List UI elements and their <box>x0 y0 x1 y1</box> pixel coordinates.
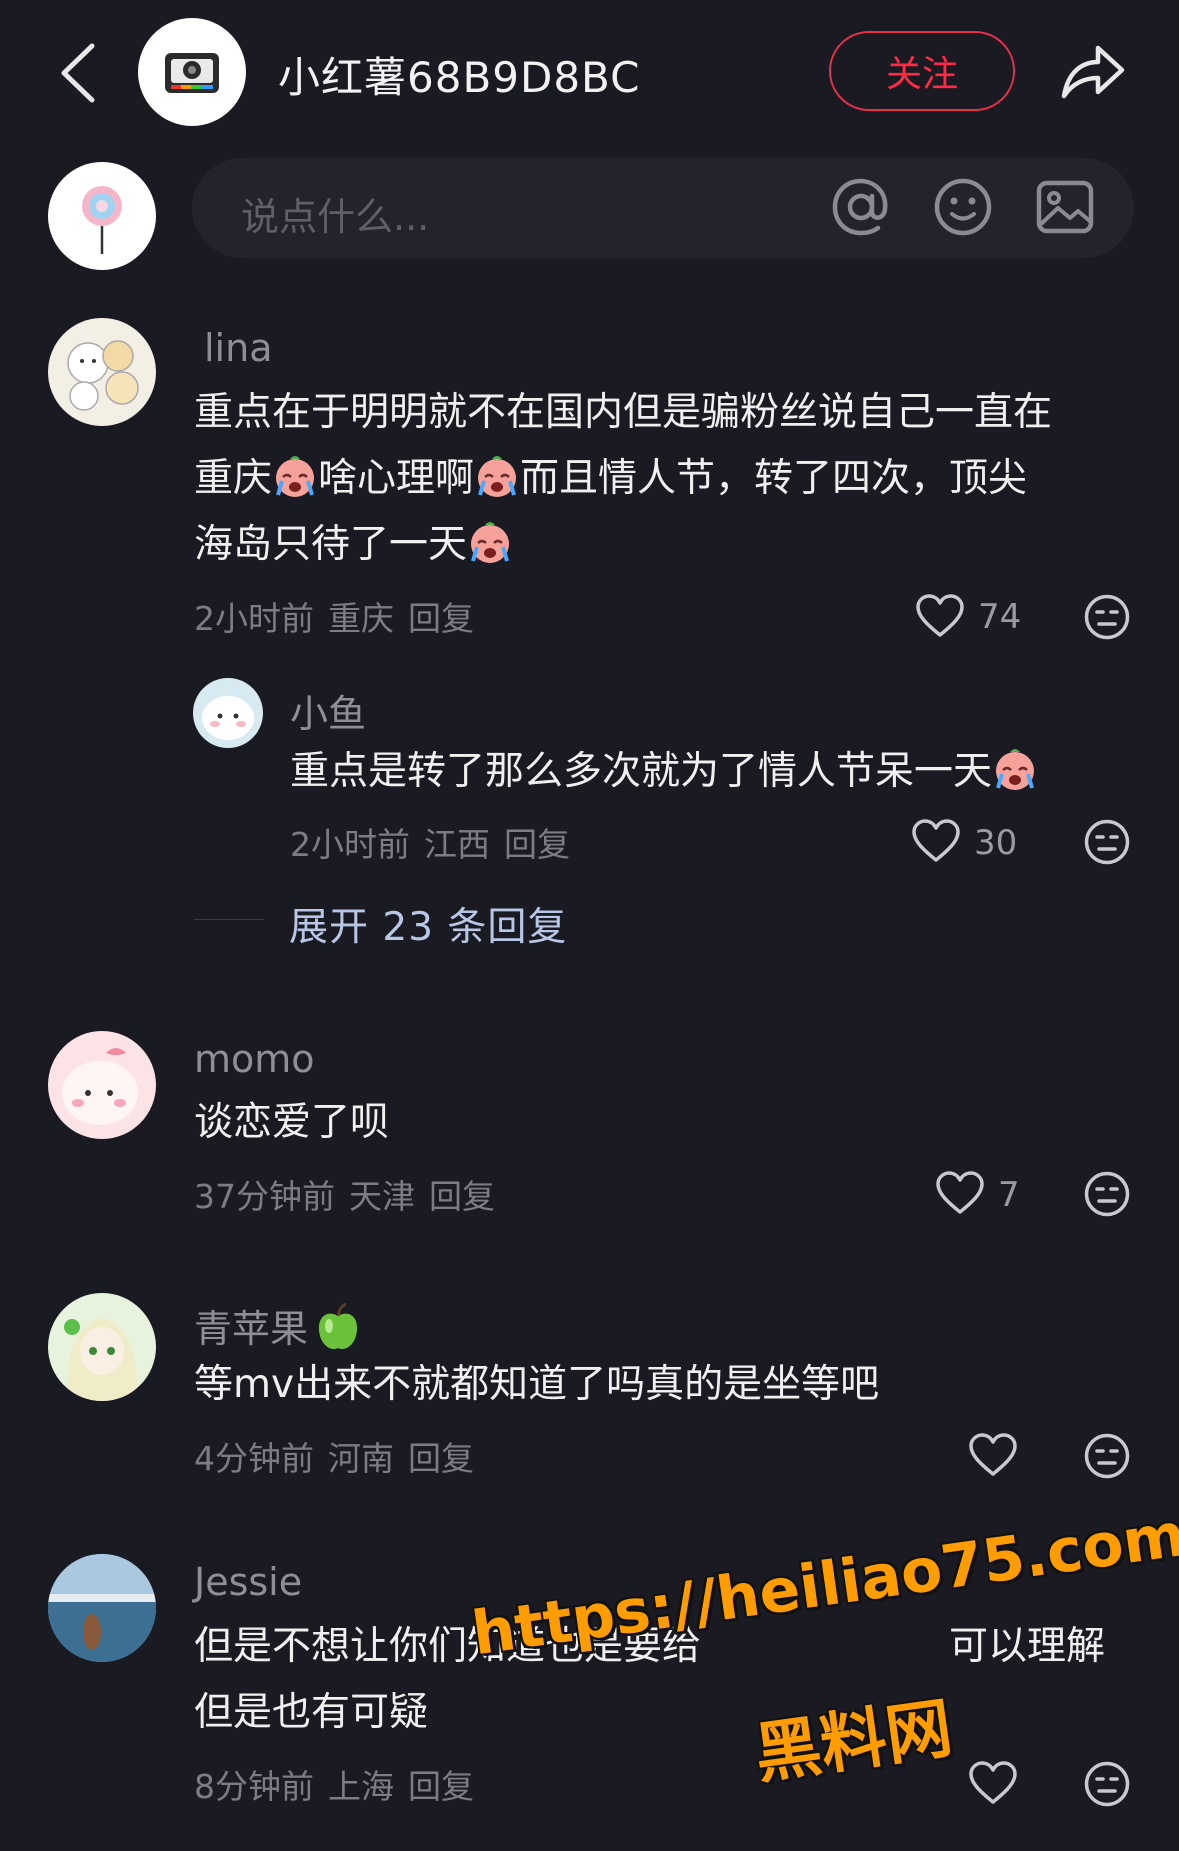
comment-username[interactable]: momo <box>194 1037 315 1081</box>
mention-icon[interactable] <box>830 176 892 238</box>
comment-meta: 37分钟前 天津 回复 <box>194 1170 509 1218</box>
like-count: 7 <box>998 1175 1020 1215</box>
comment-location: 河南 <box>328 1439 394 1478</box>
comment-username[interactable]: Jessie <box>194 1560 302 1604</box>
comment-meta: 2小时前 重庆 回复 <box>194 592 488 640</box>
avatar[interactable] <box>48 1293 156 1401</box>
comment-text: 等mv出来不就都知道了吗真的是坐等吧 <box>194 1362 880 1407</box>
avatar[interactable] <box>48 318 156 426</box>
comment-location: 上海 <box>328 1767 394 1806</box>
comment-time: 8分钟前 <box>194 1767 314 1806</box>
my-avatar <box>48 162 156 270</box>
like-count: 74 <box>978 597 1022 637</box>
back-arrow-icon[interactable] <box>52 42 104 104</box>
avatar[interactable] <box>48 1031 156 1139</box>
crying-emoji-icon <box>478 456 517 497</box>
comment-username[interactable]: 小鱼 <box>290 683 366 738</box>
green-apple-icon <box>318 1302 358 1350</box>
emoji-icon[interactable] <box>932 176 994 238</box>
reply-link[interactable]: 回复 <box>504 825 570 864</box>
avatar[interactable] <box>193 678 263 748</box>
cartoon-seal-icon <box>202 696 254 740</box>
comment-time: 4分钟前 <box>194 1439 314 1478</box>
author-avatar[interactable] <box>138 18 246 126</box>
like-count: 30 <box>974 823 1018 863</box>
reaction-face-icon[interactable] <box>1083 1170 1131 1218</box>
heart-icon[interactable] <box>915 593 965 639</box>
reaction-face-icon[interactable] <box>1083 1760 1131 1808</box>
heart-icon[interactable] <box>935 1170 985 1216</box>
camera-icon <box>165 53 219 93</box>
reply-link[interactable]: 回复 <box>429 1177 495 1216</box>
heart-icon[interactable] <box>968 1760 1018 1806</box>
comment-meta: 8分钟前 上海 回复 <box>194 1760 488 1808</box>
reply-link[interactable]: 回复 <box>408 1767 474 1806</box>
comment-meta: 2小时前 江西 回复 <box>290 818 584 866</box>
reply-link[interactable]: 回复 <box>408 1439 474 1478</box>
reply-link[interactable]: 回复 <box>408 599 474 638</box>
avatar[interactable] <box>48 1554 156 1662</box>
seaside-photo-icon <box>48 1554 156 1662</box>
crying-emoji-icon <box>276 456 315 497</box>
comment-username[interactable]: 青苹果 <box>194 1298 362 1353</box>
top-bar: 小红薯68B9D8BC 关注 <box>0 0 1179 145</box>
comment-username[interactable]: lina <box>204 326 273 370</box>
sobbing-emoji-icon <box>996 749 1035 790</box>
crying-emoji-icon <box>471 522 510 563</box>
image-icon[interactable] <box>1034 176 1096 238</box>
comment-time: 2小时前 <box>290 825 410 864</box>
comment-location: 重庆 <box>328 599 394 638</box>
comment-placeholder[interactable]: 说点什么... <box>241 186 429 241</box>
anime-girl-icon <box>64 1317 137 1401</box>
reaction-face-icon[interactable] <box>1083 593 1131 641</box>
comment-text: 重点在于明明就不在国内但是骗粉丝说自己一直在 重庆 啥心理啊 而且情人节，转了四次，… <box>194 390 1053 567</box>
follow-button[interactable]: 关注 <box>829 31 1015 111</box>
comment-time: 2小时前 <box>194 599 314 638</box>
comment-meta: 4分钟前 河南 回复 <box>194 1432 488 1480</box>
author-name[interactable]: 小红薯68B9D8BC <box>278 44 640 105</box>
cartoon-dogs-icon <box>67 340 139 411</box>
comment-location: 天津 <box>349 1177 415 1216</box>
share-icon[interactable] <box>1058 38 1128 102</box>
comment-time: 37分钟前 <box>194 1177 335 1216</box>
heart-icon[interactable] <box>968 1432 1018 1478</box>
reaction-face-icon[interactable] <box>1083 1432 1131 1480</box>
comment-location: 江西 <box>424 825 490 864</box>
comment-text: 谈恋爱了呗 <box>194 1100 390 1145</box>
divider <box>194 919 264 920</box>
lollipop-icon <box>82 186 122 254</box>
reaction-face-icon[interactable] <box>1083 818 1131 866</box>
heart-icon[interactable] <box>911 818 961 864</box>
comment-text: 重点是转了那么多次就为了情人节呆一天 <box>290 739 1038 805</box>
expand-replies-link[interactable]: 展开 23 条回复 <box>289 896 567 952</box>
cartoon-mochi-icon <box>62 1048 138 1125</box>
